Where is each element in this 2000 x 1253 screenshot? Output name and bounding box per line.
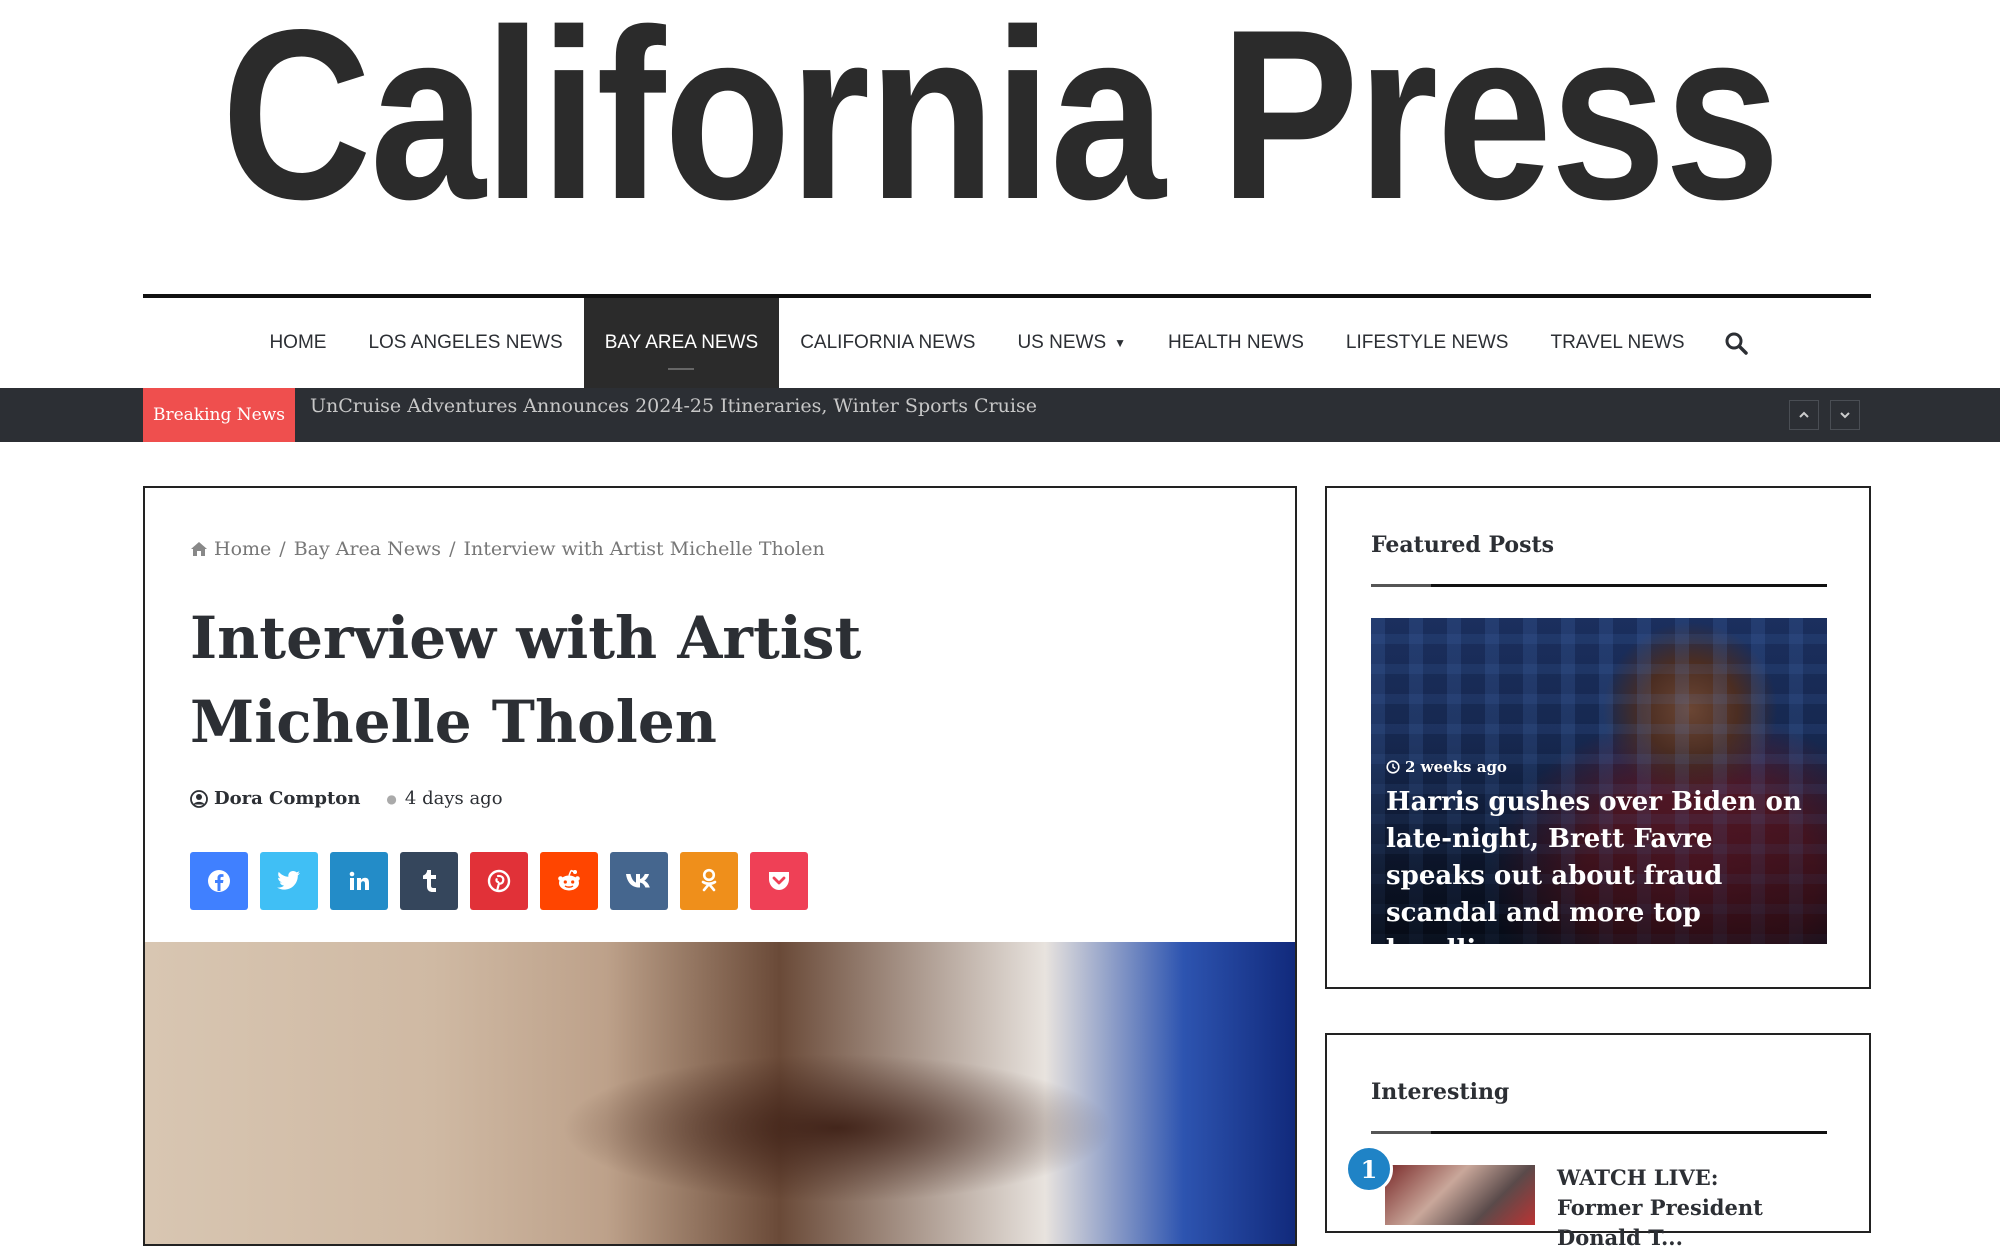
interesting-title: Interesting: [1371, 1079, 1510, 1105]
share-linkedin-button[interactable]: [330, 852, 388, 910]
user-icon: [190, 789, 208, 808]
share-vk-button[interactable]: [610, 852, 668, 910]
nav-item-los-angeles-news[interactable]: LOS ANGELES NEWS: [347, 298, 583, 388]
article-date: 4 days ago: [404, 788, 503, 809]
featured-post-time-text: 2 weeks ago: [1405, 758, 1507, 776]
site-logo[interactable]: California Press: [140, 0, 1860, 240]
main-nav: HOME LOS ANGELES NEWS BAY AREA NEWS CALI…: [143, 298, 1871, 389]
caret-down-icon: ▼: [1114, 336, 1127, 350]
pinterest-icon: [487, 869, 511, 893]
ticker-next-button[interactable]: [1830, 400, 1860, 430]
breadcrumb-current: Interview with Artist Michelle Tholen: [463, 538, 825, 560]
chevron-up-icon: [1799, 411, 1809, 418]
nav-label: LOS ANGELES NEWS: [368, 332, 563, 353]
nav-item-bay-area-news[interactable]: BAY AREA NEWS: [583, 298, 780, 388]
share-odnoklassniki-button[interactable]: [680, 852, 738, 910]
article-title: Interview with Artist Michelle Tholen: [190, 604, 862, 756]
vk-icon: [626, 874, 650, 888]
share-facebook-button[interactable]: [190, 852, 248, 910]
interesting-item-headline[interactable]: WATCH LIVE: Former President Donald T...: [1557, 1163, 1807, 1253]
odnoklassniki-icon: [701, 868, 717, 892]
nav-item-california-news[interactable]: CALIFORNIA NEWS: [779, 298, 996, 388]
nav-label: BAY AREA NEWS: [604, 332, 759, 353]
share-twitter-button[interactable]: [260, 852, 318, 910]
breaking-news-headline[interactable]: UnCruise Adventures Announces 2024-25 It…: [310, 395, 1037, 417]
article-meta: Dora Compton ● 4 days ago: [190, 788, 503, 809]
featured-posts-widget: Featured Posts 2 weeks ago Harris gushes…: [1325, 486, 1871, 989]
breadcrumb: Home / Bay Area News / Interview with Ar…: [190, 538, 825, 560]
breadcrumb-separator: /: [279, 538, 286, 560]
article-hero-image: [145, 942, 1295, 1244]
nav-label: HEALTH NEWS: [1168, 332, 1304, 353]
nav-label: US NEWS: [1017, 332, 1107, 353]
interesting-widget: Interesting 1 WATCH LIVE: Former Preside…: [1325, 1033, 1871, 1250]
nav-label: LIFESTYLE NEWS: [1345, 332, 1509, 353]
share-pinterest-button[interactable]: [470, 852, 528, 910]
nav-item-lifestyle-news[interactable]: LIFESTYLE NEWS: [1325, 298, 1530, 388]
meta-dot: ●: [386, 791, 397, 806]
ticker-prev-button[interactable]: [1789, 400, 1819, 430]
featured-post-time: 2 weeks ago: [1386, 758, 1507, 776]
breaking-news-bar: Breaking News UnCruise Adventures Announ…: [0, 388, 2000, 442]
nav-item-home[interactable]: HOME: [248, 298, 347, 388]
breaking-news-label: Breaking News: [143, 388, 295, 442]
share-tumblr-button[interactable]: [400, 852, 458, 910]
search-icon: [1725, 332, 1748, 355]
nav-label: TRAVEL NEWS: [1550, 332, 1685, 353]
featured-post-card[interactable]: 2 weeks ago Harris gushes over Biden on …: [1371, 618, 1827, 944]
facebook-icon: [208, 870, 230, 892]
tumblr-icon: [423, 870, 436, 892]
home-icon: [191, 542, 207, 556]
breadcrumb-category-link[interactable]: Bay Area News: [294, 538, 441, 560]
reddit-icon: [558, 869, 580, 891]
chevron-down-icon: [1840, 412, 1850, 419]
linkedin-icon: [349, 871, 369, 890]
article-card: Home / Bay Area News / Interview with Ar…: [143, 486, 1297, 1246]
interesting-item-thumbnail[interactable]: [1385, 1165, 1535, 1225]
share-pocket-button[interactable]: [750, 852, 808, 910]
widget-title-rule: [1371, 1131, 1827, 1134]
author-link[interactable]: Dora Compton: [214, 788, 360, 809]
rank-badge: 1: [1345, 1145, 1393, 1193]
breadcrumb-home-link[interactable]: Home: [214, 538, 271, 560]
share-buttons: [190, 852, 808, 910]
nav-item-travel-news[interactable]: TRAVEL NEWS: [1529, 298, 1705, 388]
nav-item-health-news[interactable]: HEALTH NEWS: [1147, 298, 1325, 388]
featured-post-headline[interactable]: Harris gushes over Biden on late-night, …: [1386, 784, 1816, 944]
nav-label: HOME: [269, 332, 327, 353]
widget-title-rule: [1371, 584, 1827, 587]
twitter-icon: [277, 871, 300, 890]
pocket-icon: [769, 872, 789, 890]
share-reddit-button[interactable]: [540, 852, 598, 910]
clock-icon: [1386, 760, 1400, 774]
nav-item-us-news[interactable]: US NEWS ▼: [996, 298, 1147, 388]
nav-search-button[interactable]: [1706, 298, 1766, 388]
breadcrumb-separator: /: [449, 538, 456, 560]
nav-label: CALIFORNIA NEWS: [800, 332, 976, 353]
featured-posts-title: Featured Posts: [1371, 532, 1555, 558]
